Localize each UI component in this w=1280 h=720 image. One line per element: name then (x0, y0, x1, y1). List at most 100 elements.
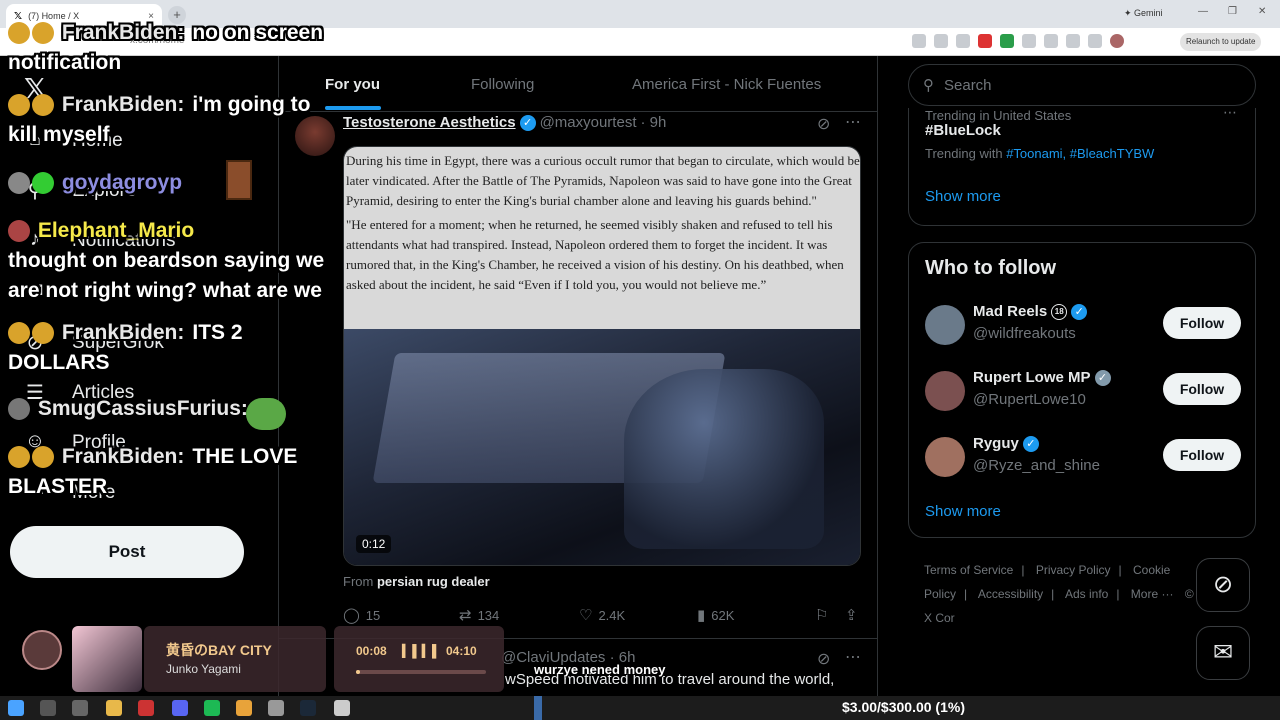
from-prefix: From (343, 574, 374, 589)
grok-float-button[interactable]: ⊘ (1196, 558, 1250, 612)
follow-button[interactable]: Follow (1163, 373, 1241, 405)
nav-more[interactable]: ⋯ More (22, 480, 115, 506)
profile-avatar-icon[interactable] (1110, 34, 1124, 48)
bookmark-star-icon[interactable] (956, 34, 970, 48)
album-cover (72, 626, 142, 692)
task-view-icon[interactable] (72, 700, 88, 716)
obs-icon[interactable] (138, 700, 154, 716)
nav-profile[interactable]: ☺ Profile (22, 430, 126, 456)
install-icon[interactable] (912, 34, 926, 48)
taskbar: $3.00/$300.00 (1%) (0, 696, 1280, 720)
tweet-actions: ◯ 15 ⇄ 134 ♡ 2.4K ▮ 62K ⚐ ⇪ (343, 606, 863, 626)
nav-home[interactable]: ⌂ Home (22, 128, 123, 154)
post-button[interactable]: Post (10, 526, 244, 578)
grok-icon[interactable]: ⊘ (817, 114, 830, 134)
track-current-time: 00:08 (356, 644, 387, 658)
avatar[interactable] (925, 437, 965, 477)
menu-icon[interactable] (1088, 34, 1102, 48)
nav-messages[interactable]: ✉ (22, 278, 72, 304)
avatar[interactable] (925, 371, 965, 411)
footer-link[interactable]: Ads info (1065, 587, 1108, 601)
from-source-link[interactable]: persian rug dealer (377, 574, 490, 589)
show-more-link[interactable]: Show more (925, 503, 1001, 520)
nav-notifications[interactable]: ♪ Notifications (22, 228, 176, 254)
trend-more-icon[interactable]: ⋯ (1223, 104, 1237, 121)
tweet-media[interactable]: During his time in Egypt, there was a cu… (343, 146, 861, 566)
show-more-link[interactable]: Show more (925, 188, 1001, 205)
close-window-icon[interactable]: ✕ (1258, 6, 1266, 17)
messages-float-button[interactable]: ✉ (1196, 626, 1250, 680)
views-button[interactable]: ▮ 62K (697, 606, 734, 624)
tweet-header: Testosterone Aesthetics ✓ @maxyourtest ·… (343, 114, 666, 131)
grok-icon[interactable]: ⊘ (817, 649, 830, 669)
app-icon[interactable] (334, 700, 350, 716)
extension-icon[interactable] (1022, 34, 1036, 48)
app-icon[interactable] (268, 700, 284, 716)
spotify-icon[interactable] (204, 700, 220, 716)
search-input[interactable]: Search (944, 77, 992, 94)
footer-link[interactable]: More ··· (1131, 587, 1174, 601)
url-field[interactable]: x.com/home (130, 35, 184, 46)
like-button[interactable]: ♡ 2.4K (579, 606, 625, 624)
video-frame[interactable]: 0:12 (344, 329, 860, 565)
steam-icon[interactable] (300, 700, 316, 716)
file-explorer-icon[interactable] (106, 700, 122, 716)
extension-icon[interactable] (1000, 34, 1014, 48)
suggestion-name[interactable]: Rupert Lowe MP (973, 369, 1091, 386)
bookmark-button[interactable]: ⚐ (815, 606, 828, 624)
extensions-puzzle-icon[interactable] (1044, 34, 1058, 48)
avatar[interactable] (295, 116, 335, 156)
repost-icon: ⇄ (459, 607, 472, 624)
tab-for-you[interactable]: For you (325, 76, 380, 93)
trend-title[interactable]: #BlueLock (925, 122, 1001, 139)
extension-icon[interactable] (978, 34, 992, 48)
share-button[interactable]: ⇪ (845, 606, 858, 624)
suggestion-name[interactable]: Mad Reels (973, 303, 1047, 320)
windows-start-icon[interactable] (8, 700, 24, 716)
nav-supergrok[interactable]: ⊘ SuperGrok (22, 330, 164, 356)
more-options-icon[interactable]: ⋯ (845, 647, 861, 667)
follow-suggestion[interactable]: Mad Reels 18 ✓ @wildfreakouts Follow (925, 301, 1243, 351)
follow-button[interactable]: Follow (1163, 307, 1241, 339)
restore-icon[interactable]: ❐ (1228, 6, 1237, 17)
nav-explore[interactable]: ⚲ Explore (22, 178, 137, 204)
suggestion-name-row: Mad Reels 18 ✓ (973, 303, 1088, 320)
search-icon[interactable] (40, 700, 56, 716)
minimize-icon[interactable]: — (1198, 6, 1208, 17)
views-icon: ▮ (697, 607, 706, 624)
tweet-author-name[interactable]: Testosterone Aesthetics (343, 114, 516, 131)
browser-tab[interactable]: 𝕏 (7) Home / X × (6, 4, 162, 28)
more-options-icon[interactable]: ⋯ (845, 112, 861, 132)
discord-icon[interactable] (172, 700, 188, 716)
footer-link[interactable]: Accessibility (978, 587, 1043, 601)
tab-list-america-first[interactable]: America First - Nick Fuentes (632, 76, 821, 93)
repost-count: 134 (477, 607, 500, 623)
tweet-author-handle[interactable]: @maxyourtest (540, 114, 637, 131)
trend-with-tags[interactable]: #Toonami, #BleachTYBW (1006, 146, 1154, 161)
tab-following[interactable]: Following (471, 76, 534, 93)
x-home-logo-icon[interactable]: 𝕏 (24, 72, 47, 105)
nav-label: Profile (72, 432, 126, 453)
gemini-button[interactable]: ✦ Gemini (1124, 8, 1163, 19)
follow-button[interactable]: Follow (1163, 439, 1241, 471)
suggestion-name-row: Rupert Lowe MP ✓ (973, 369, 1111, 386)
relaunch-button[interactable]: Relaunch to update (1180, 33, 1262, 51)
repost-button[interactable]: ⇄ 134 (459, 606, 499, 624)
follow-suggestion[interactable]: Rupert Lowe MP ✓ @RupertLowe10 Follow (925, 367, 1243, 417)
new-tab-button[interactable]: + (168, 6, 186, 24)
sidepanel-icon[interactable] (1066, 34, 1080, 48)
footer-link[interactable]: Terms of Service (924, 563, 1013, 577)
tweet-time[interactable]: · 9h (640, 114, 666, 131)
search-bar[interactable]: ⚲ Search (908, 64, 1256, 106)
footer-link[interactable]: Privacy Policy (1036, 563, 1111, 577)
bell-icon: ♪ (30, 228, 40, 250)
chrome-icon[interactable] (236, 700, 252, 716)
nav-articles[interactable]: ☰ Articles (22, 380, 134, 406)
video-caption-text: During his time in Egypt, there was a cu… (346, 153, 860, 208)
avatar[interactable] (925, 305, 965, 345)
reply-button[interactable]: ◯ 15 (343, 606, 380, 624)
tab-close-icon[interactable]: × (148, 11, 154, 22)
zoom-icon[interactable] (934, 34, 948, 48)
follow-suggestion[interactable]: Ryguy ✓ @Ryze_and_shine Follow (925, 433, 1243, 483)
suggestion-name[interactable]: Ryguy (973, 435, 1019, 452)
